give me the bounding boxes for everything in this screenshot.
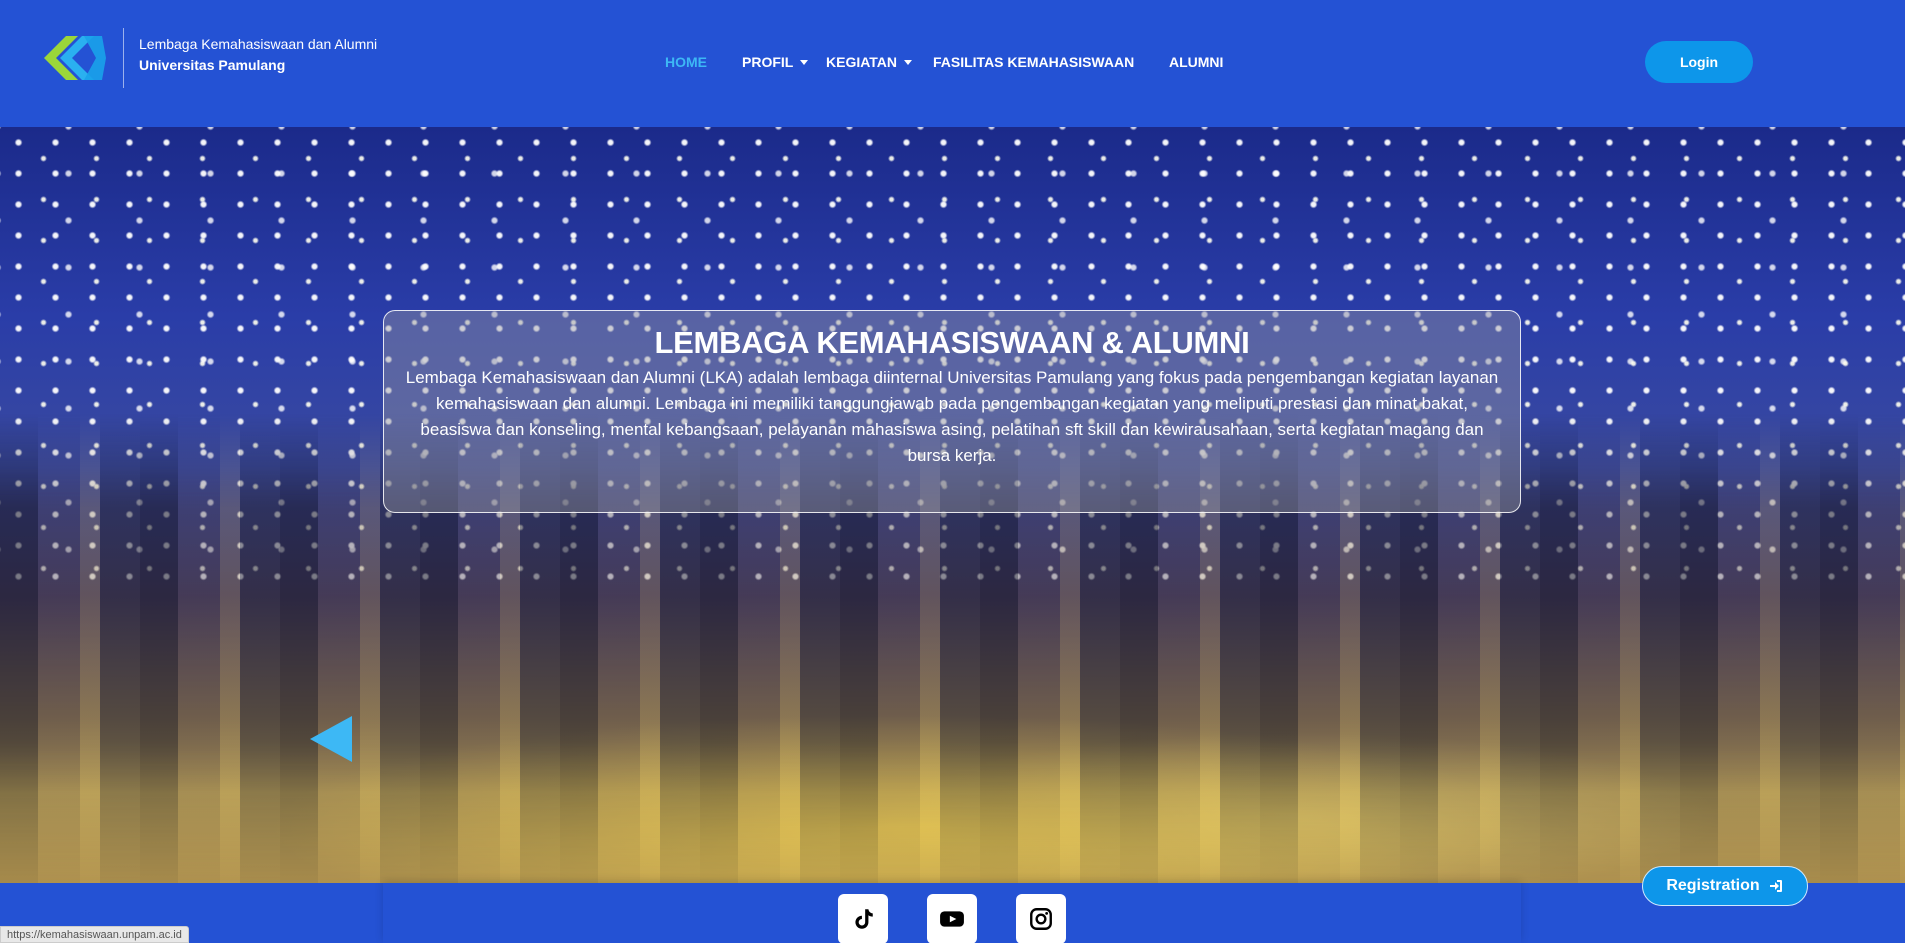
hero-title: LEMBAGA KEMAHASISWAAN & ALUMNI [654,325,1250,360]
chevron-down-icon [904,59,913,65]
nav-item-alumni[interactable]: ALUMNI [1169,50,1223,74]
status-bar-url: https://kemahasiswaan.unpam.ac.id [0,926,189,943]
sign-in-icon [1769,880,1782,892]
nav-item-profil[interactable]: PROFIL [742,50,809,74]
tiktok-icon [855,909,873,929]
chevron-down-icon [800,59,809,65]
youtube-button[interactable] [927,894,977,943]
brand-title: Universitas Pamulang [139,57,286,73]
nav-item-kegiatan[interactable]: KEGIATAN [826,50,913,74]
brand-text: Lembaga Kemahasiswaan dan Alumni Univers… [139,34,377,76]
instagram-icon [1030,908,1052,930]
brand-subtitle: Lembaga Kemahasiswaan dan Alumni [139,36,378,52]
nav-item-profil-label: PROFIL [742,54,794,70]
hero-description: Lembaga Kemahasiswaan dan Alumni (LKA) a… [405,368,1499,465]
instagram-button[interactable] [1016,894,1066,943]
tiktok-button[interactable] [838,894,888,943]
registration-label: Registration [1666,877,1760,894]
nav-item-home[interactable]: HOME [665,50,707,74]
nav-item-kegiatan-label: KEGIATAN [826,54,898,70]
logo-divider [123,28,124,88]
lka-logo-icon[interactable] [44,28,112,88]
hero-caption-card: LEMBAGA KEMAHASISWAAN & ALUMNI Lembaga K… [383,310,1521,513]
nav-item-fasilitas[interactable]: FASILITAS KEMAHASISWAAN [933,50,1134,74]
youtube-icon [940,911,964,927]
carousel-prev-arrow-icon[interactable] [310,716,352,762]
site-header: Lembaga Kemahasiswaan dan Alumni Univers… [0,0,1905,127]
login-button[interactable]: Login [1645,41,1753,83]
registration-button[interactable]: Registration [1642,866,1808,906]
